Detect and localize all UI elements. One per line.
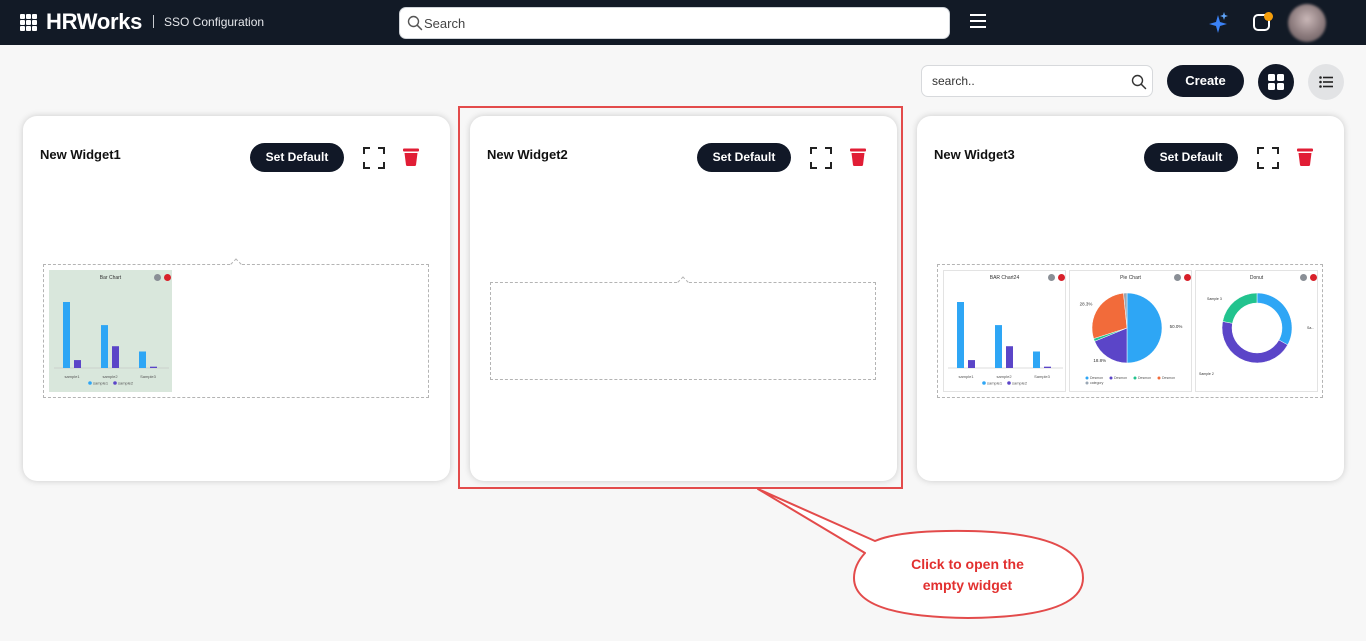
brand-logo[interactable]: HRWorks (46, 9, 142, 35)
widget-card[interactable]: New Widget2 Set Default (470, 116, 897, 481)
legend-marker (1133, 376, 1137, 380)
trash-icon[interactable] (403, 147, 419, 166)
legend-marker (88, 381, 92, 385)
trash-icon[interactable] (850, 147, 866, 166)
bar (63, 302, 70, 368)
donut-chart-card[interactable]: Donut Sample 3 Sample 2 Sa... (1195, 270, 1318, 392)
apps-grid-icon[interactable] (20, 14, 37, 31)
chart-drop-zone[interactable]: BAR Chart24 sample1 sample2 Sample3 sample1… (937, 264, 1323, 398)
fullscreen-icon[interactable] (363, 147, 385, 169)
set-default-button[interactable]: Set Default (1144, 143, 1238, 172)
legend-label: sample1 (93, 381, 109, 386)
bar-chart: sample1 sample2 Sample3 sample1 sample2 (948, 302, 1063, 386)
slice-label: Sample 3 (1207, 297, 1222, 301)
user-avatar[interactable] (1288, 4, 1326, 42)
bar (1033, 351, 1040, 368)
slice-label: 50.0% (1170, 324, 1183, 329)
create-button[interactable]: Create (1167, 65, 1244, 97)
legend-marker (982, 381, 986, 385)
bar (957, 302, 964, 368)
legend-label: Desmon (1114, 376, 1127, 380)
legend-marker (113, 381, 117, 385)
legend-label: Desmon (1162, 376, 1175, 380)
slice-label: Sample 2 (1199, 372, 1214, 376)
top-navigation-bar: HRWorks SSO Configuration (0, 0, 1366, 45)
widget-title: New Widget2 (487, 147, 568, 162)
bar (74, 360, 81, 368)
pie-slice (1126, 292, 1163, 364)
donut-slice (1222, 292, 1258, 324)
callout-line-1: Click to open the (911, 556, 1024, 572)
slice-label: 18.8% (1093, 358, 1106, 363)
widget-title: New Widget1 (40, 147, 121, 162)
trash-icon[interactable] (1297, 147, 1313, 166)
grid-view-icon (1268, 74, 1284, 90)
legend-label: sample2 (1012, 381, 1028, 386)
callout-line-2: empty widget (922, 577, 1013, 593)
empty-chart-drop-zone[interactable] (490, 276, 876, 380)
legend-marker (1085, 376, 1089, 380)
notification-bell-icon[interactable] (1253, 12, 1273, 32)
notification-dot (1264, 12, 1273, 21)
tick-label: Sample3 (140, 374, 157, 379)
legend-label: sample2 (118, 381, 134, 386)
bar (139, 351, 146, 368)
legend-marker (1157, 376, 1161, 380)
donut-slice (1221, 321, 1289, 364)
callout-text: Click to open the empty widget (880, 554, 1055, 596)
ai-sparkle-icon[interactable] (1209, 12, 1229, 34)
global-search-box[interactable] (399, 7, 950, 39)
legend-label: sample1 (987, 381, 1003, 386)
chart-drop-zone[interactable]: Bar Chart sample1 sample2 Sample3 sample1 sa… (43, 258, 429, 398)
legend-label: Desmon (1138, 376, 1151, 380)
legend-label: category (1090, 381, 1104, 385)
bar (995, 325, 1002, 368)
slice-label: 28.3% (1080, 301, 1093, 306)
widget-card[interactable]: New Widget1 Set Default Bar Chart sample… (23, 116, 450, 481)
bar (1006, 346, 1013, 368)
tick-label: sample1 (958, 374, 974, 379)
tick-label: Sample3 (1034, 374, 1051, 379)
search-icon (407, 15, 423, 31)
donut-slice (1256, 292, 1293, 346)
slice-label: Sa... (1307, 326, 1314, 330)
tick-label: sample1 (64, 374, 80, 379)
fullscreen-icon[interactable] (810, 147, 832, 169)
tick-label: sample2 (996, 374, 1012, 379)
pie-chart-card[interactable]: Pie Chart 50.0% 18.8% 28.3% Desmon Desmon Des… (1069, 270, 1192, 392)
widget-card[interactable]: New Widget3 Set Default BAR Chart24 samp… (917, 116, 1344, 481)
set-default-button[interactable]: Set Default (250, 143, 344, 172)
donut-chart: Sample 3 Sample 2 Sa... (1199, 292, 1314, 376)
legend-marker (1109, 376, 1113, 380)
widget-search-input[interactable] (932, 72, 1122, 90)
legend-marker (1085, 381, 1089, 385)
bar-chart: sample1 sample2 Sample3 sample1 sample2 (54, 302, 169, 386)
menu-icon[interactable] (970, 14, 986, 28)
bar-chart-card[interactable]: Bar Chart sample1 sample2 Sample3 sample1 sa… (49, 270, 172, 392)
search-icon[interactable] (1131, 74, 1147, 90)
widget-title: New Widget3 (934, 147, 1015, 162)
bar (101, 325, 108, 368)
legend-marker (1007, 381, 1011, 385)
global-search-input[interactable] (424, 13, 924, 33)
bar-chart-card[interactable]: BAR Chart24 sample1 sample2 Sample3 sample1… (943, 270, 1066, 392)
page-subtitle: SSO Configuration (164, 15, 265, 29)
tick-label: sample2 (102, 374, 118, 379)
legend-label: Desmon (1090, 376, 1103, 380)
set-default-button[interactable]: Set Default (697, 143, 791, 172)
grid-view-button[interactable] (1258, 64, 1294, 100)
bar (1044, 366, 1051, 368)
list-view-button[interactable] (1308, 64, 1344, 100)
fullscreen-icon[interactable] (1257, 147, 1279, 169)
bar (968, 360, 975, 368)
divider (153, 15, 154, 28)
bar (150, 366, 157, 368)
pie-chart: 50.0%18.8%28.3%Desmon Desmon Desmon Desmonc… (1080, 292, 1183, 385)
list-view-icon (1319, 76, 1333, 88)
bar (112, 346, 119, 368)
widget-search-box[interactable] (921, 65, 1153, 97)
